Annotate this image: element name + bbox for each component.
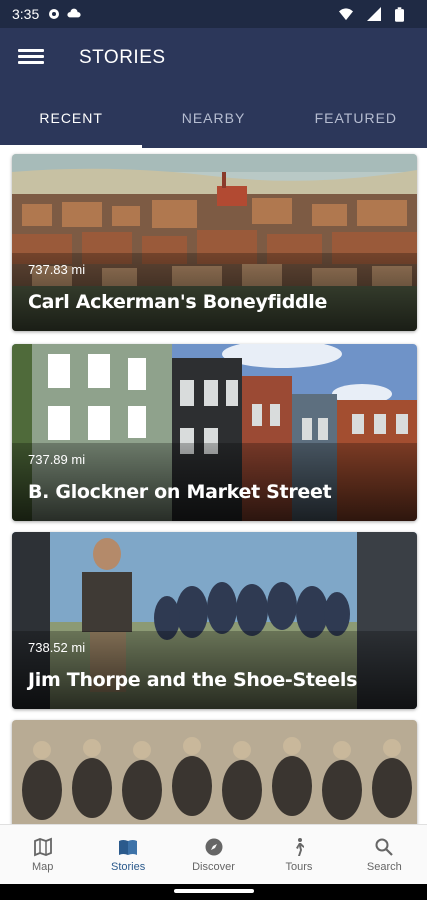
- map-icon: [33, 837, 52, 856]
- story-title: Carl Ackerman's Boneyfiddle: [28, 291, 328, 313]
- nav-search-label: Search: [366, 860, 402, 873]
- bottom-navigation: Map Stories Discover Tours Search: [0, 824, 427, 884]
- battery-icon: [395, 7, 409, 22]
- story-distance: 738.52 mi: [28, 640, 86, 655]
- settings-gear-icon: [47, 7, 61, 21]
- story-card[interactable]: 738.52 mi Jim Thorpe and the Shoe-Steels: [12, 532, 417, 709]
- walking-icon: [295, 837, 304, 856]
- status-bar: 3:35: [0, 0, 427, 28]
- story-card[interactable]: [12, 720, 417, 824]
- nav-discover-label: Discover: [192, 860, 235, 873]
- story-list[interactable]: 737.83 mi Carl Ackerman's Boneyfiddle 73…: [0, 148, 427, 824]
- signal-icon: [367, 7, 381, 21]
- app-bar: STORIES RECENT NEARBY FEATURED: [0, 28, 427, 148]
- search-icon: [375, 838, 394, 856]
- nav-tours-label: Tours: [285, 860, 313, 873]
- nav-map[interactable]: Map: [0, 825, 85, 884]
- nav-search[interactable]: Search: [342, 825, 427, 884]
- system-navigation-bar: [0, 884, 427, 900]
- story-image: [12, 720, 417, 824]
- page-title: STORIES: [79, 47, 166, 68]
- status-time: 3:35: [12, 6, 40, 22]
- compass-icon: [205, 838, 223, 855]
- home-gesture-handle[interactable]: [174, 889, 254, 893]
- nav-stories-label: Stories: [110, 860, 146, 873]
- story-title: B. Glockner on Market Street: [28, 481, 332, 503]
- story-title: Jim Thorpe and the Shoe-Steels: [28, 669, 358, 691]
- tab-nearby[interactable]: NEARBY: [142, 98, 284, 148]
- story-distance: 737.83 mi: [28, 262, 86, 277]
- hamburger-menu-icon[interactable]: [18, 46, 44, 70]
- nav-stories[interactable]: Stories: [85, 825, 170, 884]
- nav-discover[interactable]: Discover: [171, 825, 256, 884]
- nav-map-label: Map: [32, 860, 54, 873]
- cloud-icon: [67, 7, 81, 21]
- nav-tours[interactable]: Tours: [256, 825, 341, 884]
- story-distance: 737.89 mi: [28, 452, 86, 467]
- tab-bar: RECENT NEARBY FEATURED: [0, 98, 427, 148]
- story-card[interactable]: 737.83 mi Carl Ackerman's Boneyfiddle: [12, 154, 417, 331]
- tab-recent[interactable]: RECENT: [0, 98, 143, 148]
- tab-featured[interactable]: FEATURED: [285, 98, 427, 148]
- book-icon: [119, 839, 138, 855]
- wifi-icon: [339, 7, 353, 21]
- story-card[interactable]: 737.89 mi B. Glockner on Market Street: [12, 344, 417, 521]
